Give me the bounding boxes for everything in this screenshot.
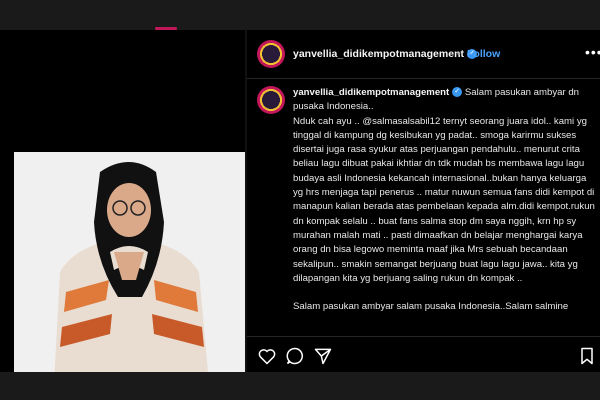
caption-username[interactable]: yanvellia_didikempotmanagement: [293, 87, 449, 98]
follow-separator: •: [457, 48, 461, 60]
post-image[interactable]: [14, 152, 245, 383]
post-media-panel: [0, 30, 245, 383]
comment-icon[interactable]: [285, 346, 305, 366]
caption-line-2: Nduk cah ayu .. @salmasalsabil12 ternyt …: [293, 115, 595, 284]
verified-badge-icon: ✓: [452, 87, 463, 98]
heart-icon[interactable]: [257, 346, 277, 366]
top-bar: [0, 0, 600, 30]
bottom-bar: [0, 372, 600, 400]
portrait-illustration: [14, 152, 245, 383]
caption-text: yanvellia_didikempotmanagement ✓ Salam pa…: [293, 86, 595, 314]
more-icon[interactable]: •••: [585, 44, 600, 60]
avatar[interactable]: [257, 86, 285, 114]
follow-button[interactable]: Follow: [467, 48, 500, 60]
avatar[interactable]: [257, 40, 285, 68]
share-icon[interactable]: [313, 346, 333, 366]
post-details-panel: yanvellia_didikempotmanagement ✓ • Follow…: [247, 30, 600, 372]
username-link[interactable]: yanvellia_didikempotmanagement ✓: [293, 48, 477, 60]
post-caption: yanvellia_didikempotmanagement ✓ Salam pa…: [247, 78, 600, 336]
action-bar: [247, 336, 600, 373]
bookmark-icon[interactable]: [577, 346, 597, 366]
caption-line-3: Salam pasukan ambyar salam pusaka Indone…: [293, 301, 569, 313]
post-header: yanvellia_didikempotmanagement ✓ • Follow…: [247, 30, 600, 79]
